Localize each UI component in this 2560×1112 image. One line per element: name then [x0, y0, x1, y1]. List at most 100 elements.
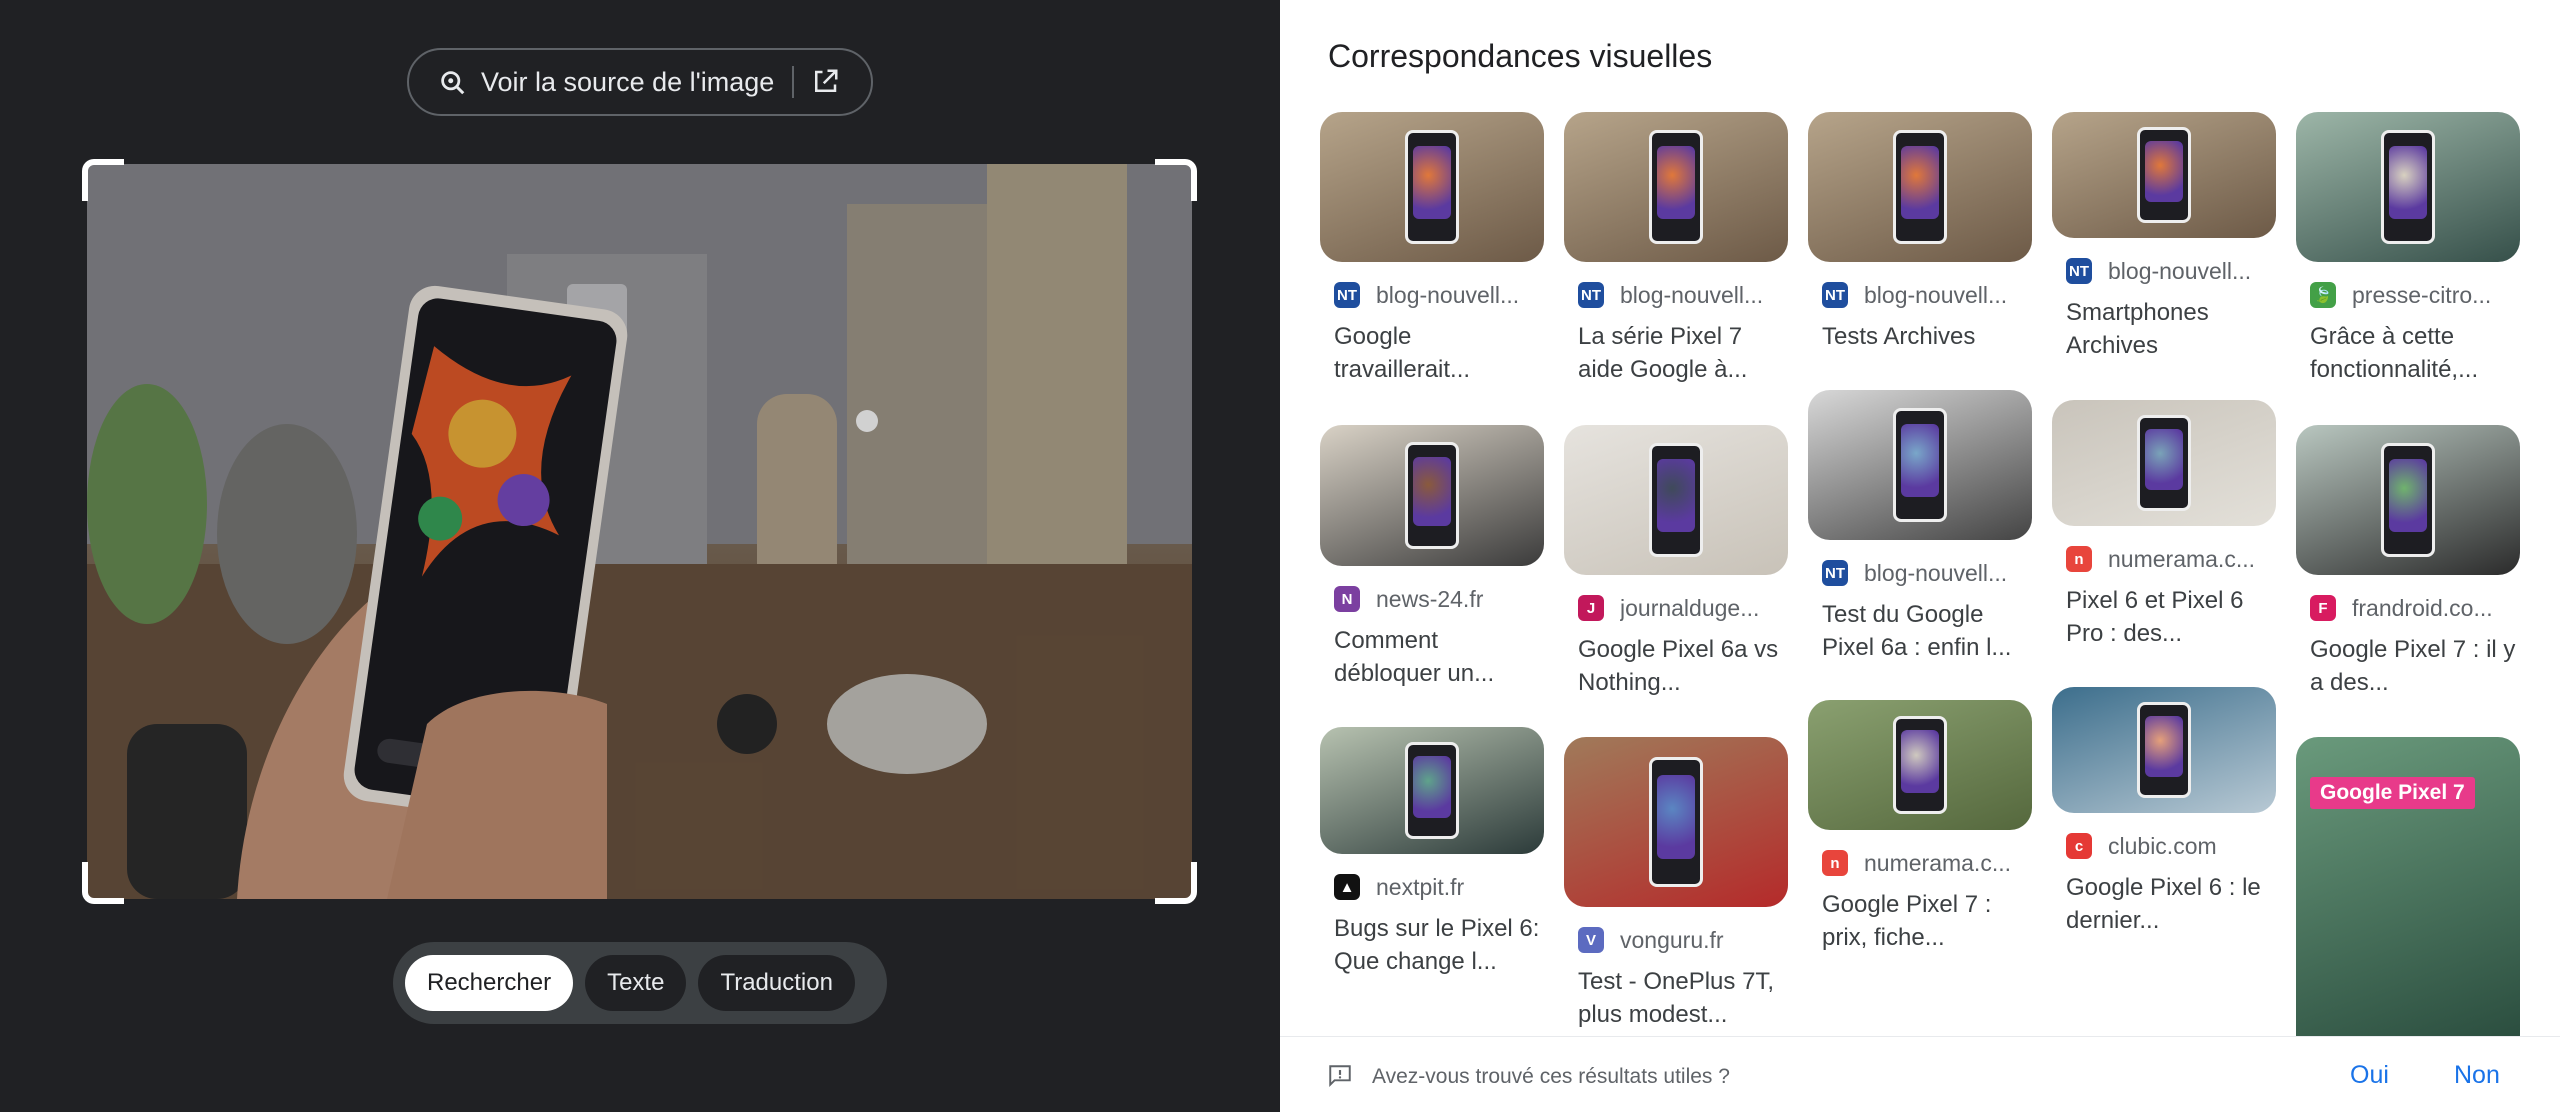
mode-search-button[interactable]: Rechercher [405, 955, 574, 1011]
phone-image [2137, 702, 2191, 798]
phone-image [1893, 715, 1947, 815]
result-title[interactable]: La série Pixel 7 aide Google à... [1578, 320, 1784, 386]
site-favicon-icon: J [1578, 595, 1604, 621]
search-image[interactable] [87, 164, 1192, 899]
result-thumbnail[interactable] [1564, 737, 1788, 907]
result-source: n numerama.c... [1822, 848, 2032, 878]
result-source: NT blog-nouvell... [1822, 558, 2032, 588]
phone-image [1405, 742, 1459, 839]
feedback-question: Avez-vous trouvé ces résultats utiles ? [1372, 1065, 1730, 1088]
result-source: NT blog-nouvell... [1822, 280, 2032, 310]
phone-image [1405, 130, 1459, 244]
crop-handle-top-right[interactable] [1155, 159, 1197, 201]
result-card[interactable]: Jjournalduge... Google Pixel 6a vs Nothin… [1564, 425, 1788, 699]
mode-translate-button[interactable]: Traduction [698, 955, 855, 1011]
result-thumbnail[interactable] [1564, 112, 1788, 262]
result-card[interactable]: NT blog-nouvell... La série Pixel 7 aide G… [1564, 112, 1788, 386]
result-title[interactable]: Grâce à cette fonctionnalité,... [2310, 320, 2516, 386]
result-card[interactable]: NT blog-nouvell... Smartphones Archives [2052, 112, 2276, 362]
result-thumbnail[interactable] [2052, 112, 2276, 238]
result-card[interactable]: NT blog-nouvell... Tests Archives [1808, 112, 2032, 386]
result-site-name: blog-nouvell... [1864, 559, 2008, 586]
mode-text-button[interactable]: Texte [585, 955, 687, 1011]
result-card[interactable]: 🍃 presse-citro... Grâce à cette fonctionna… [2296, 112, 2520, 386]
result-card[interactable]: ▲ nextpit.fr Bugs sur le Pixel 6: Que chan… [1320, 727, 1544, 978]
result-thumbnail[interactable] [1320, 425, 1544, 566]
feedback-yes-button[interactable]: Oui [2350, 1061, 2389, 1090]
site-favicon-icon: NT [2066, 258, 2092, 284]
site-favicon-icon: NT [1334, 282, 1360, 308]
result-title[interactable]: Google Pixel 7 : il y a des... [2310, 633, 2516, 699]
result-thumbnail[interactable] [1320, 727, 1544, 854]
result-site-name: clubic.com [2108, 832, 2217, 859]
crop-handle-bottom-left[interactable] [82, 862, 124, 904]
result-thumbnail[interactable] [2296, 425, 2520, 575]
feedback-bar: Avez-vous trouvé ces résultats utiles ? … [1280, 1036, 2560, 1112]
result-source: c clubic.com [2066, 831, 2276, 861]
result-source: NT blog-nouvell... [1334, 280, 1544, 310]
crop-handle-top-left[interactable] [82, 159, 124, 201]
feedback-no-button[interactable]: Non [2454, 1061, 2500, 1090]
result-title[interactable]: Bugs sur le Pixel 6: Que change l... [1334, 912, 1540, 978]
result-site-name: blog-nouvell... [1864, 281, 2008, 308]
phone-image [1405, 441, 1459, 550]
result-title[interactable]: Google Pixel 7 : prix, fiche... [1822, 888, 2028, 954]
result-thumbnail[interactable] [1320, 112, 1544, 262]
result-thumbnail[interactable] [1564, 425, 1788, 575]
result-card[interactable]: NT blog-nouvell... Test du Google Pixel 6a… [1808, 390, 2032, 664]
view-image-source-label: Voir la source de l'image [481, 66, 775, 97]
result-title[interactable]: Google travaillerait... [1334, 320, 1540, 386]
result-thumbnail[interactable] [2052, 687, 2276, 813]
result-thumbnail[interactable] [1808, 112, 2032, 262]
result-card[interactable]: c clubic.com Google Pixel 6 : le dernier..… [2052, 687, 2276, 937]
result-thumbnail[interactable]: Google Pixel 7 [2296, 737, 2520, 1036]
result-card[interactable]: Google Pixel 7 [2296, 737, 2520, 1036]
result-title[interactable]: Tests Archives [1822, 320, 2028, 386]
result-thumbnail[interactable] [2052, 400, 2276, 526]
site-favicon-icon: NT [1822, 282, 1848, 308]
result-title[interactable]: Google Pixel 6a vs Nothing... [1578, 633, 1784, 699]
result-site-name: vonguru.fr [1620, 926, 1724, 953]
result-source: Nnews-24.fr [1334, 584, 1544, 614]
site-favicon-icon: F [2310, 595, 2336, 621]
result-title[interactable]: Google Pixel 6 : le dernier... [2066, 871, 2272, 937]
result-card[interactable]: Vvonguru.fr Test - OnePlus 7T, plus modes… [1564, 737, 1788, 1031]
result-site-name: blog-nouvell... [2108, 257, 2252, 284]
result-title[interactable]: Pixel 6 et Pixel 6 Pro : des... [2066, 584, 2272, 650]
result-site-name: blog-nouvell... [1376, 281, 1520, 308]
result-title[interactable]: Test - OnePlus 7T, plus modest... [1578, 965, 1784, 1031]
result-thumbnail[interactable] [1808, 700, 2032, 830]
view-image-source-button[interactable]: Voir la source de l'image [407, 48, 873, 116]
result-title[interactable]: Comment débloquer un... [1334, 624, 1540, 690]
result-card[interactable]: Ffrandroid.co... Google Pixel 7 : il y a … [2296, 425, 2520, 699]
result-site-name: nextpit.fr [1376, 873, 1465, 900]
site-favicon-icon: ▲ [1334, 874, 1360, 900]
feedback-icon [1329, 1065, 1351, 1088]
phone-image [2137, 127, 2191, 223]
results-pane: Correspondances visuelles NT blog-nouvell… [1280, 0, 2560, 1112]
result-card[interactable]: NT blog-nouvell... Google travaillerait... [1320, 112, 1544, 386]
result-card[interactable]: Nnews-24.fr Comment débloquer un... [1320, 425, 1544, 690]
result-thumbnail[interactable] [2296, 112, 2520, 262]
phone-image [1649, 443, 1703, 557]
mode-switcher: Rechercher Texte Traduction [393, 942, 887, 1024]
result-source: Jjournalduge... [1578, 593, 1788, 623]
divider [792, 66, 795, 98]
result-card[interactable]: n numerama.c... Pixel 6 et Pixel 6 Pro : d… [2052, 400, 2276, 650]
result-title[interactable]: Test du Google Pixel 6a : enfin l... [1822, 598, 2028, 664]
site-favicon-icon: n [2066, 546, 2092, 572]
result-card[interactable]: n numerama.c... Google Pixel 7 : prix, fic… [1808, 700, 2032, 954]
result-title[interactable]: Smartphones Archives [2066, 296, 2272, 362]
site-favicon-icon: NT [1578, 282, 1604, 308]
result-source: NT blog-nouvell... [2066, 256, 2276, 286]
image-viewer-pane: Voir la source de l'image Rechercher Tex… [0, 0, 1280, 1112]
phone-image [1893, 130, 1947, 244]
lens-icon [441, 71, 465, 95]
result-source: ▲ nextpit.fr [1334, 872, 1544, 902]
result-site-name: news-24.fr [1376, 585, 1484, 612]
phone-image [1893, 408, 1947, 522]
result-source: n numerama.c... [2066, 544, 2276, 574]
phone-image [1649, 130, 1703, 244]
result-thumbnail[interactable] [1808, 390, 2032, 540]
crop-handle-bottom-right[interactable] [1155, 862, 1197, 904]
